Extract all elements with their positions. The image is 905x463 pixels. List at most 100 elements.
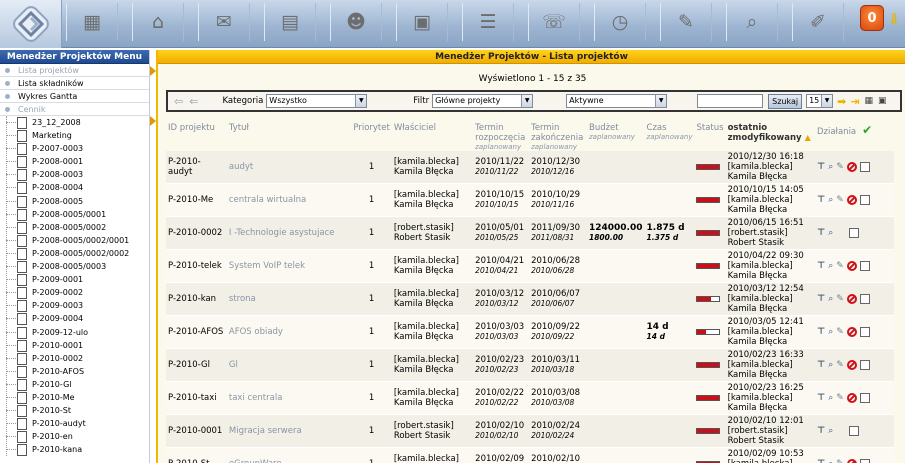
view-icon[interactable]: ⌕ — [828, 360, 833, 370]
row-checkbox[interactable] — [859, 393, 870, 403]
sidebar-item-pricelist[interactable]: Cennik — [0, 103, 149, 116]
tree-item[interactable]: P-2009-0001 — [6, 273, 149, 287]
category-select[interactable]: Wszystko ▼ — [266, 94, 368, 108]
delete-icon[interactable] — [846, 459, 857, 463]
tree-item[interactable]: P-2008-0005 — [6, 195, 149, 208]
table-row[interactable]: P-2010-audyt audyt 1 [kamila.blecka] Kamila … — [166, 151, 894, 184]
cell-title[interactable]: centrala wirtualna — [226, 183, 352, 217]
cell-title[interactable]: AFOS obiady — [226, 315, 352, 349]
subprojects-icon[interactable]: ⊤ — [817, 360, 825, 370]
tree-item[interactable]: P-2007-0003 — [6, 142, 149, 156]
users-icon[interactable]: ☻ — [330, 3, 382, 41]
tree-item[interactable]: Marketing — [6, 129, 149, 143]
delete-icon[interactable] — [846, 393, 857, 403]
tree-item[interactable]: P-2010-Me — [6, 391, 149, 405]
filter-select[interactable]: Główne projekty ▼ — [432, 94, 534, 108]
tree-item[interactable]: P-2010-Gl — [6, 378, 149, 391]
row-checkbox[interactable] — [859, 294, 870, 304]
table-row[interactable]: P-2010-taxi taxi centrala 1 [kamila.blecka]… — [166, 381, 894, 415]
row-checkbox[interactable] — [849, 426, 860, 436]
clock-icon[interactable]: ◷ — [594, 3, 646, 41]
tree-item[interactable]: P-2009-0003 — [6, 299, 149, 313]
tree-item[interactable]: P-2008-0005/0002/0002 — [6, 247, 149, 261]
col-header-end[interactable]: Termin zakończenia zaplanowany — [529, 120, 587, 151]
view-icon[interactable]: ⌕ — [828, 162, 833, 172]
subprojects-icon[interactable]: ⊤ — [817, 327, 825, 337]
table-row[interactable]: P-2010-SteGroupWare1[kamila.blecka]Kamil… — [166, 447, 894, 463]
tree-item[interactable]: P-2010-AFOS — [6, 365, 149, 378]
search-input[interactable] — [697, 94, 764, 108]
view-icon[interactable]: ⌕ — [828, 393, 833, 403]
table-row[interactable]: P-2010-0001 Migracja serwera 1 [robert.stas… — [166, 414, 894, 448]
sidebar-item-project-list[interactable]: Lista projektów — [0, 64, 149, 77]
col-header-status[interactable]: Status — [694, 120, 725, 151]
view-icon[interactable]: ⌕ — [828, 327, 833, 337]
view-icon[interactable]: ⌕ — [828, 294, 833, 304]
tree-item[interactable]: P-2008-0005/0002/0001 — [6, 234, 149, 247]
row-checkbox[interactable] — [849, 228, 860, 238]
col-header-title[interactable]: Tytuł — [227, 120, 351, 151]
subprojects-icon[interactable]: ⊤ — [817, 228, 825, 238]
delete-icon[interactable] — [846, 261, 857, 271]
logout-icon[interactable]: 0 — [860, 5, 884, 31]
view-icon[interactable]: ⌕ — [828, 228, 833, 238]
search-icon[interactable]: ⌕ — [726, 3, 778, 41]
columns-icon[interactable]: ▦ — [865, 96, 874, 106]
search-button[interactable]: Szukaj — [768, 93, 803, 109]
tree-item[interactable]: P-2009-0002 — [6, 286, 149, 300]
cell-title[interactable]: audyt — [226, 151, 352, 184]
tree-item[interactable]: 23_12_2008 — [6, 116, 149, 130]
next-page-icon[interactable]: ➡ — [837, 95, 846, 108]
subprojects-icon[interactable]: ⊤ — [817, 261, 825, 271]
delete-icon[interactable] — [846, 162, 857, 172]
edit-icon[interactable]: ✎ — [836, 162, 844, 172]
row-checkbox[interactable] — [859, 162, 870, 172]
view-icon[interactable]: ⌕ — [828, 426, 833, 436]
subprojects-icon[interactable]: ⊤ — [817, 459, 825, 463]
subprojects-icon[interactable]: ⊤ — [817, 294, 825, 304]
more-apps-icon[interactable]: ⇓ — [888, 10, 901, 28]
tree-item[interactable]: P-2010-kana — [6, 443, 149, 457]
tree-item[interactable]: P-2010-St — [6, 404, 149, 418]
cell-title[interactable]: System VoIP telek — [226, 249, 352, 283]
subprojects-icon[interactable]: ⊤ — [817, 393, 825, 403]
last-page-icon[interactable]: ⇥ — [850, 95, 859, 108]
cell-title[interactable]: taxi centrala — [226, 381, 352, 415]
table-row[interactable]: P-2010-AFOS AFOS obiady 1 [kamila.blecka] Ka… — [166, 315, 894, 349]
view-icon[interactable]: ⌕ — [828, 195, 833, 205]
tools-icon[interactable]: ☰ — [462, 3, 514, 41]
phone-icon[interactable]: ☏ — [528, 3, 580, 41]
delete-icon[interactable] — [846, 195, 857, 205]
subprojects-icon[interactable]: ⊤ — [817, 195, 825, 205]
sidebar-item-gantt[interactable]: Wykres Gantta — [0, 90, 149, 103]
tree-item[interactable]: P-2008-0003 — [6, 168, 149, 182]
addressbook-icon[interactable]: ✉ — [198, 3, 250, 41]
infolog-icon[interactable]: ✎ — [660, 3, 712, 41]
row-checkbox[interactable] — [859, 360, 870, 370]
cell-title[interactable]: eGroupWare — [226, 447, 352, 463]
table-row[interactable]: P-2010-kan strona 1 [kamila.blecka] Kamila B… — [166, 282, 894, 316]
col-header-modified[interactable]: ostatnio zmodyfikowany ▲ — [726, 120, 815, 151]
edit-icon[interactable]: ✎ — [836, 261, 844, 271]
table-row[interactable]: P-2010-Me centrala wirtualna 1 [kamila.blec… — [166, 183, 894, 217]
tree-item[interactable]: P-2008-0005/0001 — [6, 208, 149, 221]
tree-item[interactable]: P-2008-0001 — [6, 155, 149, 169]
files-icon[interactable]: ▣ — [396, 3, 448, 41]
first-page-icon[interactable]: ⇦ — [174, 95, 183, 108]
prev-page-icon[interactable]: ⇐ — [189, 95, 198, 108]
delete-icon[interactable] — [846, 360, 857, 370]
view-icon[interactable]: ⌕ — [828, 261, 833, 271]
cell-title[interactable]: I -Technologie asystujace — [226, 216, 352, 250]
delete-icon[interactable] — [846, 327, 857, 337]
home-icon[interactable]: ⌂ — [132, 3, 184, 41]
tree-item[interactable]: P-2008-0005/0002 — [6, 221, 149, 234]
cell-title[interactable]: Migracja serwera — [226, 414, 352, 448]
row-checkbox[interactable] — [859, 195, 870, 205]
tree-item[interactable]: P-2009-0004 — [6, 312, 149, 326]
tree-item[interactable]: P-2010-0001 — [6, 339, 149, 352]
export-icon[interactable]: ▣ — [878, 96, 887, 106]
subprojects-icon[interactable]: ⊤ — [817, 426, 825, 436]
edit-icon[interactable]: ✎ — [836, 360, 844, 370]
tree-item[interactable]: P-2010-0002 — [6, 352, 149, 365]
col-header-id[interactable]: ID projektu — [166, 120, 227, 151]
